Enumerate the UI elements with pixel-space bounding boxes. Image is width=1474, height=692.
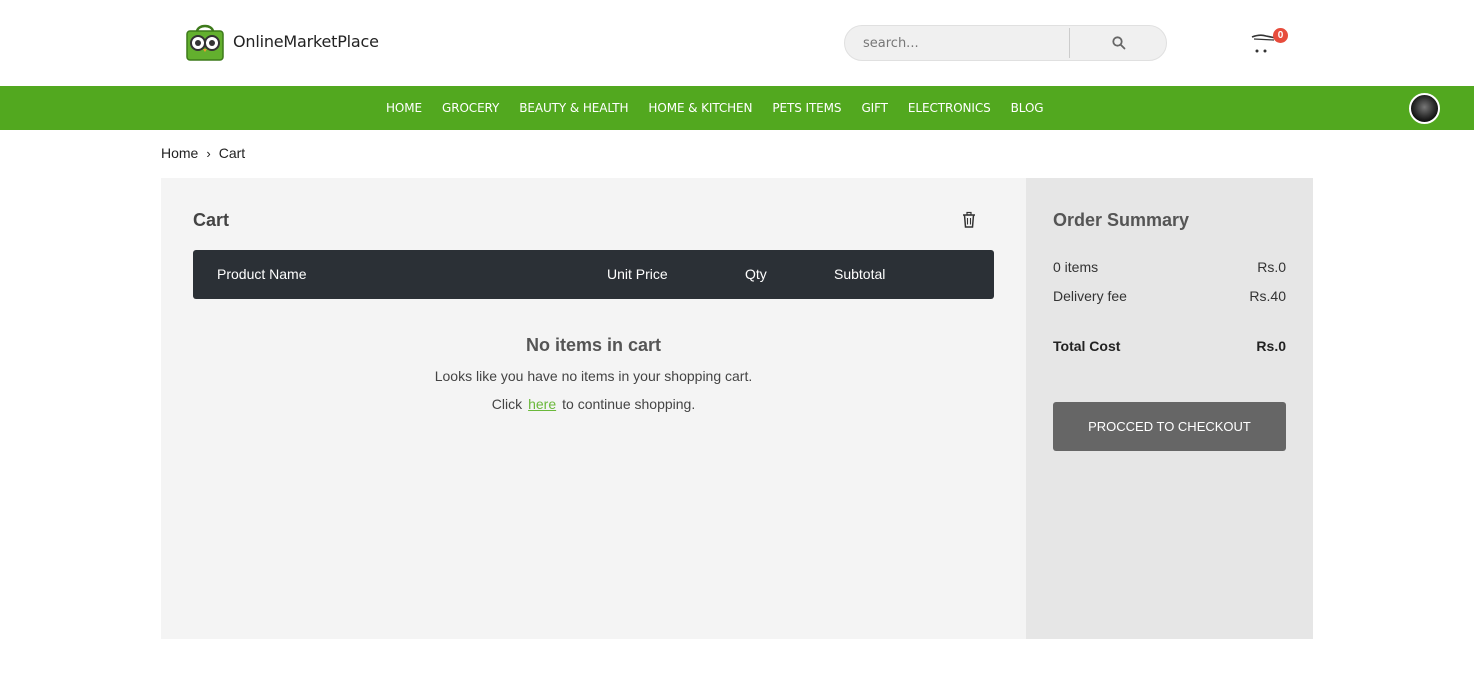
summary-items-value: Rs.0 [1257,259,1286,275]
summary-total-row: Total Cost Rs.0 [1053,338,1286,354]
column-qty: Qty [745,266,767,282]
nav-item-home[interactable]: HOME [386,101,422,115]
column-subtotal: Subtotal [834,266,886,282]
search-input[interactable] [863,26,1063,60]
continue-shopping-link[interactable]: here [528,396,556,412]
brand-name: OnlineMarketPlace [233,32,379,51]
search-bar [844,25,1167,61]
summary-total-value: Rs.0 [1256,338,1286,354]
summary-delivery-row: Delivery fee Rs.40 [1053,288,1286,304]
continue-shopping-line: Click here to continue shopping. [161,396,1026,412]
cart-count-badge: 0 [1273,28,1288,43]
user-avatar[interactable] [1409,93,1440,124]
owl-bag-logo-icon [185,22,225,61]
summary-delivery-label: Delivery fee [1053,288,1127,304]
cart-button[interactable]: 0 [1250,26,1290,58]
nav-item-gift[interactable]: GIFT [861,101,888,115]
breadcrumb-home[interactable]: Home [161,145,198,161]
brand-logo[interactable]: OnlineMarketPlace [185,22,379,61]
column-product-name: Product Name [217,266,307,282]
main-nav: HOME GROCERY BEAUTY & HEALTH HOME & KITC… [0,86,1474,130]
clear-cart-button[interactable] [961,211,977,229]
breadcrumb: Home › Cart [161,145,245,161]
header: OnlineMarketPlace 0 [0,0,1474,86]
summary-total-label: Total Cost [1053,338,1121,354]
nav-item-pets-items[interactable]: PETS ITEMS [772,101,841,115]
search-icon [1112,36,1126,50]
order-summary-panel: Order Summary 0 items Rs.0 Delivery fee … [1026,178,1313,639]
empty-cart-message: Looks like you have no items in your sho… [434,368,753,384]
nav-item-grocery[interactable]: GROCERY [442,101,499,115]
trash-icon [963,211,975,228]
nav-list: HOME GROCERY BEAUTY & HEALTH HOME & KITC… [386,86,1064,130]
breadcrumb-separator: › [206,145,211,161]
summary-items-label: 0 items [1053,259,1099,275]
nav-item-home-kitchen[interactable]: HOME & KITCHEN [648,101,752,115]
search-button[interactable] [1071,26,1167,60]
nav-item-electronics[interactable]: ELECTRONICS [908,101,991,115]
summary-delivery-value: Rs.40 [1249,288,1286,304]
checkout-button[interactable]: PROCCED TO CHECKOUT [1053,402,1286,451]
cart-panel: Cart Product Name Unit Price Qty Subtota… [161,178,1026,639]
continue-after-text: to continue shopping. [562,396,696,412]
summary-items-row: 0 items Rs.0 [1053,259,1286,275]
continue-click-text: Click [491,396,523,412]
cart-table-header: Product Name Unit Price Qty Subtotal [193,250,994,299]
nav-item-beauty-health[interactable]: BEAUTY & HEALTH [519,101,628,115]
cart-title: Cart [193,210,230,230]
column-unit-price: Unit Price [607,266,668,282]
search-divider [1069,28,1070,58]
nav-item-blog[interactable]: BLOG [1011,101,1044,115]
empty-cart-title: No items in cart [525,335,662,355]
breadcrumb-current: Cart [218,145,246,161]
order-summary-title: Order Summary [1053,210,1190,230]
